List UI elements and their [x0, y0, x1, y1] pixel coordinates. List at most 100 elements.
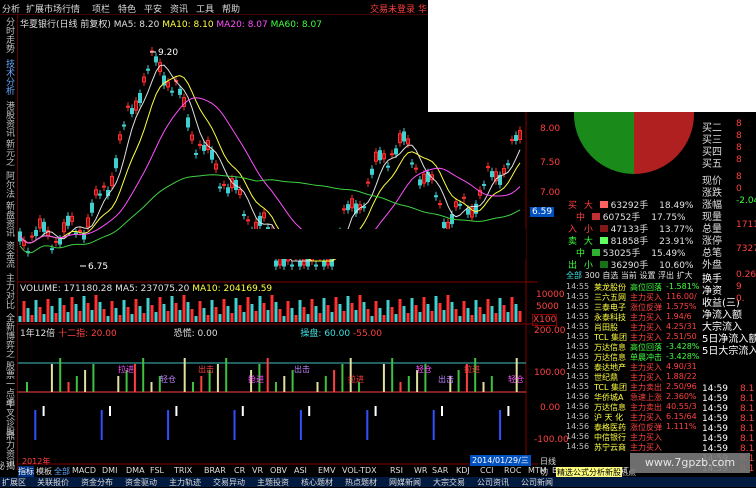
- indicator-tab[interactable]: KDJ: [456, 466, 470, 475]
- indicator-bar: [50, 364, 53, 392]
- bottom-bar-item[interactable]: 大宗交易: [433, 477, 465, 488]
- indicator-tab[interactable]: MACD: [72, 466, 96, 475]
- menu-item-extended-market[interactable]: 扩展市场行情: [26, 2, 80, 15]
- volume-bar: [518, 311, 522, 322]
- period-tab-daily[interactable]: 日线: [540, 456, 556, 467]
- indicator-tab[interactable]: WR: [414, 466, 427, 475]
- flow-tab-current[interactable]: 当前: [621, 271, 637, 280]
- pie-slice-sell: [634, 112, 695, 174]
- flow-tab-watchlist[interactable]: 自选: [602, 271, 618, 280]
- bottom-bar-item[interactable]: 热点题材: [345, 477, 377, 488]
- indicator-tab[interactable]: OBV: [270, 466, 287, 475]
- sidebar-tab-alpha[interactable]: 阿尔法: [3, 171, 14, 198]
- indicator-tab[interactable]: DMI: [102, 466, 117, 475]
- indicator-tab[interactable]: VOL-TDX: [342, 466, 377, 475]
- indicator-tab[interactable]: CCI: [480, 466, 494, 475]
- indicator-tab[interactable]: 全部: [54, 466, 70, 477]
- menu-item-columns[interactable]: 项栏: [92, 2, 110, 15]
- indicator-tab[interactable]: ASI: [294, 466, 307, 475]
- menu-item-features[interactable]: 特色: [118, 2, 136, 15]
- bottom-bar-item[interactable]: 资金分布: [81, 477, 113, 488]
- flow-row[interactable]: 14:56 苏宁云商 主力买入: [566, 442, 700, 453]
- volume-bar: [482, 314, 486, 322]
- volume-bar: [94, 295, 98, 322]
- flow-val: 40.55/3: [666, 402, 697, 411]
- sidebar-tab-diagnose[interactable]: 牛叉诊股: [3, 399, 14, 435]
- indicator-bar: [308, 406, 311, 416]
- flow-tab-300[interactable]: 300: [585, 271, 600, 280]
- volume-bar: [382, 315, 386, 322]
- flow-tab-float[interactable]: 浮出: [658, 271, 674, 280]
- volume-bar: [90, 310, 94, 322]
- bottom-bar-item[interactable]: 核心题材: [301, 477, 333, 488]
- bottom-bar-item[interactable]: 主题投资: [257, 477, 289, 488]
- sidebar-tab-intraday[interactable]: 分时走势: [3, 17, 14, 53]
- indicator-tab[interactable]: EMV: [318, 466, 335, 475]
- indicator-bar: [457, 370, 460, 392]
- volume-bar: [250, 304, 254, 322]
- menu-item-pingan[interactable]: 平安: [144, 2, 162, 15]
- pie-slice-buy: [573, 112, 634, 174]
- trade-status[interactable]: 交易未登录: [370, 2, 415, 15]
- indicator-bar: [324, 376, 327, 392]
- flow-time: 14:55: [566, 302, 590, 311]
- indicator-bar: [499, 410, 502, 440]
- indicator-tab[interactable]: BRAR: [204, 466, 226, 475]
- tick-time: 14:59: [702, 414, 728, 424]
- quote-value: 0.26: [736, 270, 756, 280]
- bottom-bar-item[interactable]: 网媒新闻: [389, 477, 421, 488]
- volume-bar: [154, 312, 158, 322]
- sidebar-tab-game[interactable]: 全新博弈之: [3, 313, 14, 358]
- indicator-tab[interactable]: VR: [252, 466, 263, 475]
- indicator-bar: [192, 382, 194, 392]
- volume-bar: [510, 297, 514, 322]
- sidebar-tab-hk[interactable]: 港股资讯: [3, 101, 14, 137]
- quote-value: -2.04: [736, 196, 756, 206]
- indicator-tab[interactable]: FSL: [150, 466, 164, 475]
- flow-tab-settings[interactable]: 设置: [639, 271, 655, 280]
- indicator-tab[interactable]: CR: [234, 466, 245, 475]
- volume-bar: [494, 313, 498, 322]
- volume-bar: [230, 313, 234, 322]
- indicator-tab[interactable]: RSI: [390, 466, 403, 475]
- sidebar-tab-xinyuan[interactable]: 新元之: [3, 139, 14, 166]
- indicator-tab[interactable]: 指标: [18, 466, 34, 477]
- menu-item-tools[interactable]: 工具: [196, 2, 214, 15]
- order-book-row: 中 60752手 17.75%: [568, 210, 700, 223]
- sidebar-tab-reveal[interactable]: 揭秘资讯: [0, 461, 14, 470]
- volume-axis-label: 5000: [536, 302, 559, 312]
- bottom-bar-item[interactable]: 资金驱动: [125, 477, 157, 488]
- volume-bar: [74, 304, 78, 322]
- flow-tab-expand[interactable]: 扩大: [677, 271, 693, 280]
- sidebar-tab-capflow[interactable]: 资金流: [3, 241, 14, 268]
- volume-bar: [242, 312, 246, 322]
- indicator-sub2: 恐慌: 0.00: [173, 329, 218, 339]
- indicator-tab[interactable]: ROC: [504, 466, 521, 475]
- indicator-tab[interactable]: SAR: [432, 466, 448, 475]
- bottom-bar-item[interactable]: 公司新闻: [521, 477, 553, 488]
- bottom-bar-item[interactable]: 主力轨迹: [169, 477, 201, 488]
- bottom-bar-item[interactable]: 扩展区: [2, 477, 26, 488]
- flow-val: 2.51/50: [666, 332, 697, 341]
- menu-item-news[interactable]: 资讯: [170, 2, 188, 15]
- indicator-axis-label: -100.00: [534, 435, 569, 445]
- indicator-tab[interactable]: TRIX: [174, 466, 192, 475]
- menu-item-analysis[interactable]: 分析: [2, 2, 20, 15]
- bottom-bar-item[interactable]: 公司资讯: [477, 477, 509, 488]
- bottom-bar-item[interactable]: 关联报价: [37, 477, 69, 488]
- indicator-bar: [67, 382, 70, 392]
- sidebar-tab-newdisk[interactable]: 新盘资讯: [3, 201, 14, 237]
- volume-bar: [374, 301, 378, 322]
- indicator-tab[interactable]: DMA: [126, 466, 145, 475]
- flow-val: -3.428%: [666, 352, 700, 361]
- price-axis-label: 8.00: [540, 124, 561, 134]
- sidebar-tab-main-compare[interactable]: 主力对比: [3, 273, 14, 309]
- menu-item-help[interactable]: 帮助: [222, 2, 240, 15]
- volume-bar: [282, 316, 286, 322]
- bottom-bar-item[interactable]: 交易异动: [213, 477, 245, 488]
- flow-time: 14:55: [566, 292, 590, 301]
- sidebar-tab-technical[interactable]: 技术分析: [3, 59, 14, 95]
- quote-value: 9: [736, 282, 742, 292]
- flow-tab-all[interactable]: 全部: [566, 271, 582, 280]
- indicator-tab[interactable]: 模板: [36, 466, 52, 477]
